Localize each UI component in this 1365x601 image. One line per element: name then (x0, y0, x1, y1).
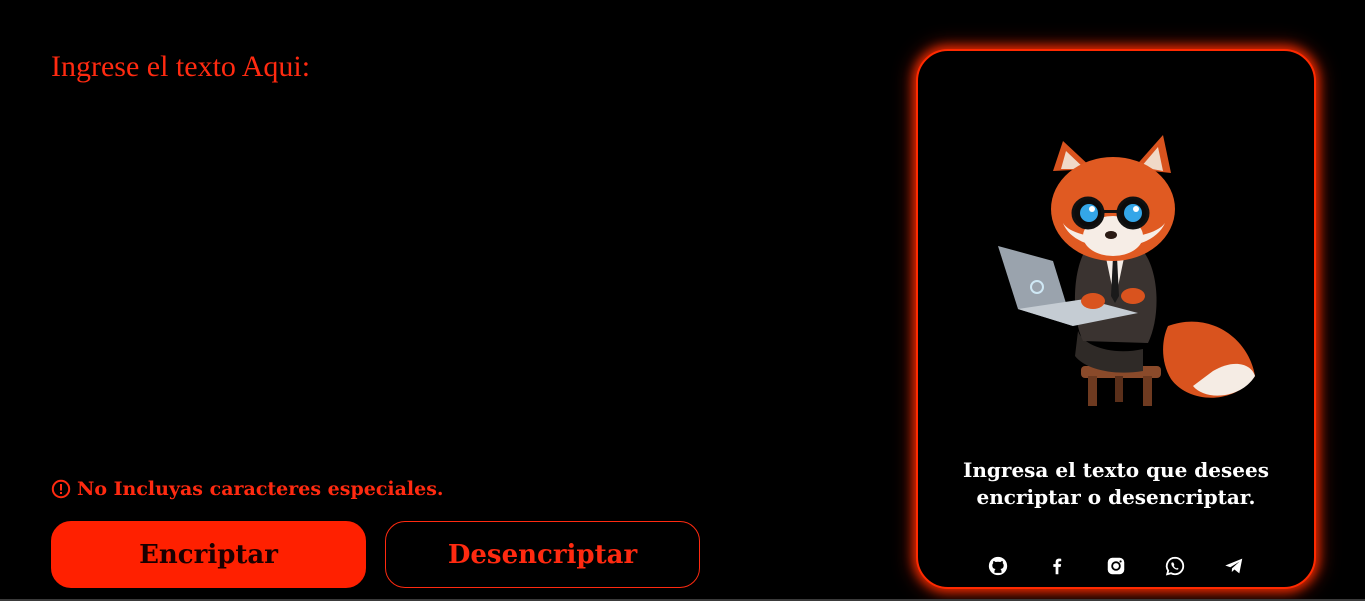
github-icon (988, 556, 1008, 576)
facebook-link[interactable] (1046, 555, 1068, 577)
card-message: Ingresa el texto que desees encriptar o … (963, 458, 1269, 509)
instagram-icon (1107, 557, 1125, 575)
warning-text: No Incluyas caracteres especiales. (77, 478, 444, 500)
encrypt-button[interactable]: Encriptar (51, 521, 366, 588)
telegram-icon (1225, 558, 1243, 574)
warning-message: No Incluyas caracteres especiales. (51, 478, 444, 500)
instagram-link[interactable] (1105, 555, 1127, 577)
decrypt-button[interactable]: Desencriptar (385, 521, 700, 588)
telegram-link[interactable] (1223, 555, 1245, 577)
info-card: Ingresa el texto que desees encriptar o … (916, 49, 1316, 589)
whatsapp-link[interactable] (1164, 555, 1186, 577)
page: Ingrese el texto Aqui: No Incluyas carac… (0, 0, 1365, 601)
text-input-area[interactable] (51, 100, 855, 464)
input-title: Ingrese el texto Aqui: (51, 50, 311, 83)
fox-laptop-illustration (998, 135, 1255, 406)
github-link[interactable] (987, 555, 1009, 577)
facebook-icon (1053, 558, 1062, 575)
social-links (918, 555, 1314, 577)
whatsapp-icon (1165, 556, 1185, 576)
exclamation-circle-icon (51, 479, 71, 499)
